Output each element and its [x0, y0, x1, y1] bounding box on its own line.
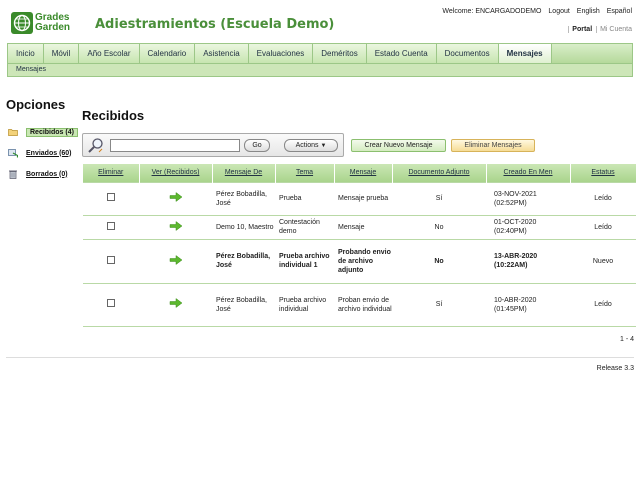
message-body: Proban envio de archivo individual: [334, 282, 392, 327]
delete-checkbox[interactable]: [107, 299, 115, 307]
message-body: Mensaje prueba: [334, 181, 392, 216]
col-eliminar[interactable]: Eliminar: [83, 164, 140, 182]
sidebar-item-recibidos[interactable]: Recibidos (4): [8, 126, 78, 138]
sidebar-item-borrados[interactable]: Borrados (0): [8, 168, 68, 180]
message-subject: Prueba archivo individual 1: [275, 238, 334, 284]
english-link[interactable]: English: [577, 8, 600, 15]
tab-ano-escolar[interactable]: Año Escolar: [79, 44, 140, 63]
tab-demeritos[interactable]: Deméritos: [313, 44, 367, 63]
logo-text-line2: Garden: [35, 22, 71, 33]
message-from: Pérez Bobadilla, José: [212, 282, 275, 327]
tab-movil[interactable]: Móvil: [43, 44, 80, 63]
message-attachment: No: [392, 214, 486, 240]
new-message-button[interactable]: Crear Nuevo Mensaje: [351, 139, 446, 152]
message-created: 10-ABR-2020 (01:45PM): [486, 282, 570, 327]
main-nav: Inicio Móvil Año Escolar Calendario Asis…: [7, 43, 633, 63]
message-attachment: No: [392, 238, 486, 284]
delete-messages-button[interactable]: Eliminar Mensajes: [451, 139, 535, 152]
tab-estado-cuenta[interactable]: Estado Cuenta: [366, 44, 437, 63]
search-input[interactable]: [110, 139, 240, 152]
message-attachment: Sí: [392, 181, 486, 216]
go-button[interactable]: Go: [244, 139, 270, 152]
tab-mensajes[interactable]: Mensajes: [498, 44, 552, 63]
page-title: Recibidos: [82, 108, 145, 123]
col-mensaje-de[interactable]: Mensaje De: [212, 164, 276, 182]
portal-links: Portal Mi Cuenta: [568, 26, 632, 33]
portal-link[interactable]: Portal: [568, 26, 593, 33]
footer-divider: [6, 357, 634, 358]
col-documento-adjunto[interactable]: Documento Adjunto: [392, 164, 487, 182]
actions-label: Actions: [295, 142, 319, 149]
sidebar-item-label: Recibidos (4): [26, 127, 78, 137]
trash-icon: [8, 169, 18, 179]
top-links: Welcome: ENCARGADODEMO Logout English Es…: [437, 8, 632, 15]
tab-inicio[interactable]: Inicio: [8, 44, 44, 63]
table-row: Pérez Bobadilla, José Prueba archivo ind…: [83, 282, 636, 327]
tab-documentos[interactable]: Documentos: [436, 44, 499, 63]
search-toolbar: Go Actions ▼: [82, 133, 344, 157]
message-subject: Contestación demo: [275, 214, 334, 240]
sidebar-item-label: Borrados (0): [26, 170, 68, 178]
subnav-bar: Mensajes: [7, 63, 633, 77]
message-status: Leído: [570, 181, 636, 216]
col-ver[interactable]: Ver (Recibidos): [139, 164, 213, 182]
delete-checkbox[interactable]: [107, 193, 115, 201]
chevron-down-icon: ▼: [320, 143, 327, 149]
sidebar-item-enviados[interactable]: Enviados (60): [8, 147, 72, 159]
view-arrow-icon[interactable]: [169, 220, 183, 233]
col-creado-en[interactable]: Creado En Men: [486, 164, 571, 182]
message-created: 13-ABR-2020 (10:22AM): [486, 238, 570, 284]
table-row: Pérez Bobadilla, José Prueba archivo ind…: [83, 238, 636, 284]
message-status: Leído: [570, 282, 636, 327]
message-created: 03-NOV-2021 (02:52PM): [486, 181, 570, 216]
tab-asistencia[interactable]: Asistencia: [195, 44, 249, 63]
message-body: Mensaje: [334, 214, 392, 240]
grades-garden-logo: Grades Garden: [11, 12, 70, 34]
sent-mail-icon: [8, 148, 19, 158]
col-estatus[interactable]: Estatus: [570, 164, 637, 182]
message-status: Leído: [570, 214, 636, 240]
col-mensaje[interactable]: Mensaje: [334, 164, 393, 182]
espanol-link[interactable]: Español: [607, 8, 632, 15]
message-from: Pérez Bobadilla, José: [212, 181, 275, 216]
message-from: Demo 10, Maestro: [212, 214, 275, 240]
message-subject: Prueba archivo individual: [275, 282, 334, 327]
delete-checkbox[interactable]: [107, 221, 115, 230]
table-header-row: Eliminar Ver (Recibidos) Mensaje De Tema…: [83, 164, 637, 182]
message-created: 01-OCT-2020 (02:40PM): [486, 214, 570, 240]
sidebar-item-label: Enviados (60): [26, 149, 72, 157]
sidebar-title: Opciones: [6, 97, 66, 112]
welcome-text: Welcome: ENCARGADODEMO: [442, 8, 542, 15]
col-tema[interactable]: Tema: [275, 164, 335, 182]
message-body: Probando envio de archivo adjunto: [334, 238, 392, 284]
tab-evaluaciones[interactable]: Evaluaciones: [248, 44, 314, 63]
folder-icon: [8, 127, 18, 137]
tab-calendario[interactable]: Calendario: [139, 44, 196, 63]
view-arrow-icon[interactable]: [169, 192, 183, 204]
actions-button[interactable]: Actions ▼: [284, 139, 338, 152]
subnav-mensajes[interactable]: Mensajes: [16, 66, 46, 73]
view-arrow-icon[interactable]: [169, 298, 183, 310]
table-row: Demo 10, Maestro Contestación demo Mensa…: [83, 214, 636, 240]
app-title: Adiestramientos (Escuela Demo): [95, 17, 335, 32]
view-arrow-icon[interactable]: [169, 254, 183, 267]
message-attachment: Sí: [392, 282, 486, 327]
release-version: Release 3.3: [596, 365, 634, 372]
globe-icon: [11, 12, 33, 34]
pager-count: 1 - 4: [619, 336, 634, 343]
message-from: Pérez Bobadilla, José: [212, 238, 275, 284]
message-subject: Prueba: [275, 181, 334, 216]
message-status: Nuevo: [570, 238, 636, 284]
search-icon: [87, 137, 105, 156]
delete-checkbox[interactable]: [107, 255, 115, 264]
mi-cuenta-link[interactable]: Mi Cuenta: [596, 26, 632, 33]
messages-table: Eliminar Ver (Recibidos) Mensaje De Tema…: [83, 164, 637, 327]
logout-link[interactable]: Logout: [548, 8, 569, 15]
table-row: Pérez Bobadilla, José Prueba Mensaje pru…: [83, 181, 636, 216]
